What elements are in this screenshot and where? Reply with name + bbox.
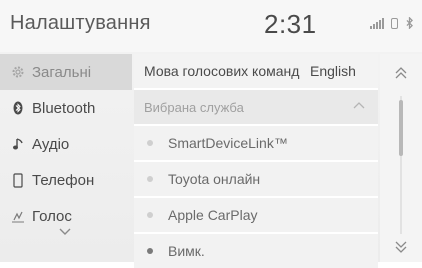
service-option-label: SmartDeviceLink™ — [168, 135, 288, 151]
scroll-column — [380, 54, 422, 262]
top-bar: Налаштування 2:31 — [0, 0, 422, 52]
sidebar-item-general[interactable]: Загальні — [0, 54, 132, 90]
sidebar-item-label: Аудіо — [32, 135, 70, 153]
sidebar-item-audio[interactable]: Аудіо — [0, 126, 132, 162]
settings-list: Мова голосових команд English Вибрана сл… — [134, 54, 378, 268]
sidebar-item-label: Телефон — [32, 171, 95, 189]
clock: 2:31 — [264, 9, 317, 39]
music-note-icon — [10, 136, 26, 152]
radio-dot-selected — [147, 248, 153, 254]
service-option-label: Вимк. — [168, 243, 205, 259]
phone-icon — [391, 18, 398, 29]
sidebar-item-bluetooth[interactable]: Bluetooth — [0, 90, 132, 126]
sidebar: Загальні Bluetooth Аудіо Телефон Голос — [0, 54, 132, 262]
sidebar-item-label: Bluetooth — [32, 99, 96, 117]
voice-language-value: English — [310, 63, 356, 79]
double-chevron-up-icon[interactable] — [394, 66, 408, 80]
settings-screen: Налаштування 2:31 Загальні Bluetooth Ауд… — [0, 0, 422, 268]
voice-icon — [10, 208, 26, 224]
sidebar-item-phone[interactable]: Телефон — [0, 162, 132, 198]
signal-icon — [370, 17, 384, 29]
sidebar-item-label: Голос — [32, 207, 72, 225]
radio-dot — [147, 176, 153, 182]
bluetooth-icon — [406, 17, 413, 29]
radio-dot — [147, 140, 153, 146]
selected-service-group[interactable]: Вибрана служба — [134, 90, 378, 124]
bluetooth-icon — [10, 100, 26, 116]
sidebar-item-label: Загальні — [32, 63, 92, 81]
service-option-label: Toyota онлайн — [168, 171, 261, 187]
service-option-label: Apple CarPlay — [168, 207, 258, 223]
status-icons — [370, 17, 414, 29]
radio-dot — [147, 212, 153, 218]
page-title: Налаштування — [10, 12, 151, 34]
gear-icon — [10, 64, 26, 80]
service-option[interactable]: Toyota онлайн — [134, 162, 378, 196]
chevron-up-icon — [353, 102, 365, 109]
chevron-down-icon[interactable] — [58, 226, 72, 236]
double-chevron-down-icon[interactable] — [394, 240, 408, 254]
service-option[interactable]: SmartDeviceLink™ — [134, 126, 378, 160]
voice-language-label: Мова голосових команд — [144, 63, 300, 79]
service-option[interactable]: Apple CarPlay — [134, 198, 378, 232]
voice-language-row[interactable]: Мова голосових команд English — [134, 54, 378, 88]
scroll-thumb[interactable] — [399, 100, 403, 156]
service-option-selected[interactable]: Вимк. — [134, 234, 378, 268]
phone-icon — [10, 172, 26, 188]
selected-service-label: Вибрана служба — [144, 99, 244, 115]
